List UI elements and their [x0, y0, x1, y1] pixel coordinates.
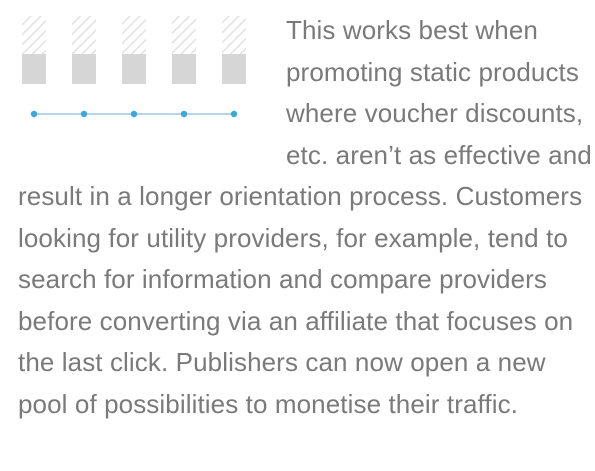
- bar-solid: [172, 54, 196, 84]
- page: This works best when promoting static pr…: [0, 0, 595, 471]
- bar-hatch: [222, 16, 246, 54]
- timeline-dot: [230, 110, 238, 118]
- timeline-dot: [180, 110, 188, 118]
- timeline-dot: [80, 110, 88, 118]
- bar-timeline-icon: [20, 16, 264, 140]
- timeline-dot: [130, 110, 138, 118]
- bar-solid: [72, 54, 96, 84]
- bar-hatch: [172, 16, 196, 54]
- article-body: This works best when promoting static pr…: [18, 10, 593, 425]
- timeline-dot: [30, 110, 38, 118]
- bar-hatch: [72, 16, 96, 54]
- illustration-svg: [22, 16, 246, 118]
- bar: [22, 16, 46, 84]
- bar: [172, 16, 196, 84]
- bar-hatch: [122, 16, 146, 54]
- bar-solid: [122, 54, 146, 84]
- bar: [72, 16, 96, 84]
- bar: [222, 16, 246, 84]
- bar: [122, 16, 146, 84]
- bar-solid: [22, 54, 46, 84]
- bar-solid: [222, 54, 246, 84]
- bar-hatch: [22, 16, 46, 54]
- bars-group: [22, 16, 246, 84]
